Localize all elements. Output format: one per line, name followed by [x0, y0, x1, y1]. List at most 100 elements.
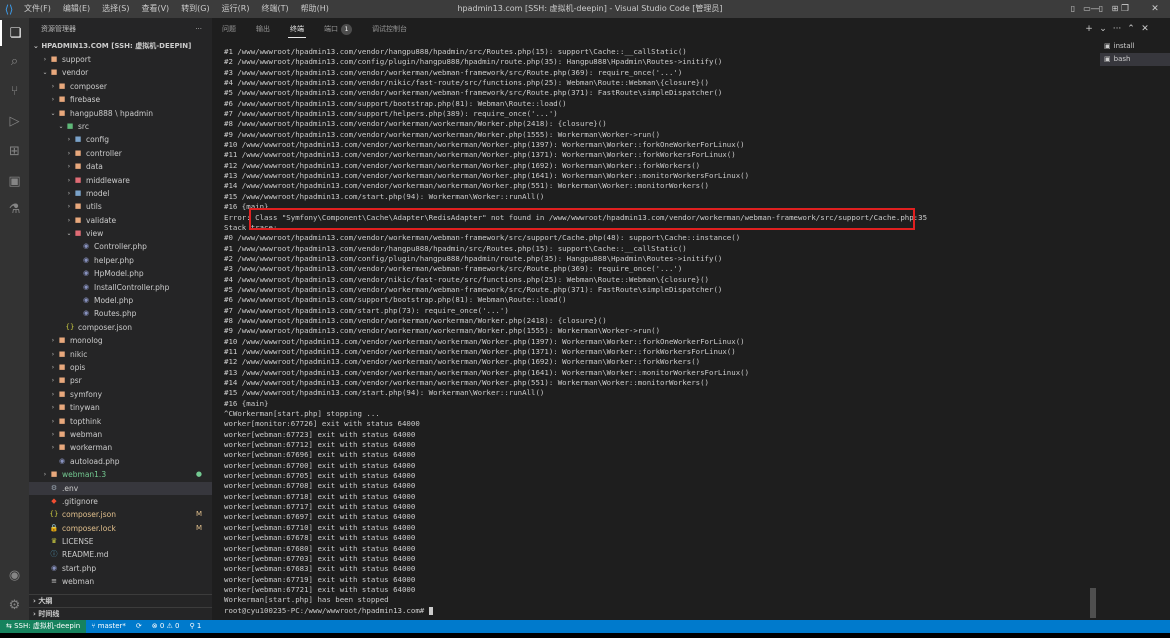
chevron-right-icon: ›: [67, 189, 71, 197]
folder-icon: ■: [58, 95, 66, 104]
tree-file[interactable]: ⓘ README.md: [29, 548, 212, 561]
tree-file[interactable]: {} composer.json M: [29, 508, 212, 521]
tree-folder[interactable]: › ■ webman1.3 ●: [29, 468, 212, 481]
tree-file[interactable]: ◉ Controller.php: [29, 240, 212, 253]
menu-item[interactable]: 编辑(E): [57, 0, 96, 18]
testing-icon[interactable]: ⚗: [0, 196, 29, 222]
tree-folder[interactable]: › ■ tinywan: [29, 401, 212, 414]
terminal-line: #3 /www/wwwroot/hpadmin13.com/vendor/wor…: [224, 264, 683, 274]
chevron-down-icon: ⌄: [58, 122, 64, 130]
timeline-section[interactable]: › 时间线: [29, 607, 212, 620]
branch-indicator[interactable]: ⑂ master*: [86, 620, 131, 633]
tree-file[interactable]: ◉ InstallController.php: [29, 281, 212, 294]
tree-file[interactable]: 🔒 composer.lock M: [29, 522, 212, 535]
explorer-icon[interactable]: ❏: [0, 20, 29, 46]
settings-gear-icon[interactable]: ⚙: [0, 592, 29, 618]
tree-file[interactable]: ≡ webman: [29, 575, 212, 588]
tree-file[interactable]: ◉ Model.php: [29, 294, 212, 307]
folder-icon: ■: [50, 55, 58, 63]
outline-section[interactable]: › 大纲: [29, 594, 212, 608]
tree-folder[interactable]: › ■ symfony: [29, 388, 212, 401]
panel-tab[interactable]: 问题: [212, 18, 246, 40]
new-terminal-icon[interactable]: +: [1082, 18, 1096, 40]
source-control-icon[interactable]: ⑂: [0, 78, 29, 104]
close-panel-icon[interactable]: ✕: [1138, 18, 1152, 40]
tree-item-label: src: [78, 121, 89, 131]
toggle-sidebar-icon[interactable]: ▯: [1066, 0, 1080, 18]
tree-folder[interactable]: › ■ config: [29, 133, 212, 146]
panel-tab[interactable]: 输出: [246, 18, 280, 40]
remote-indicator[interactable]: ⇆ SSH: 虚拟机-deepin: [0, 620, 87, 633]
close-icon[interactable]: ✕: [1140, 0, 1170, 18]
tree-file[interactable]: ◉ start.php: [29, 562, 212, 575]
workspace-root[interactable]: ⌄ HPADMIN13.COM [SSH: 虚拟机-DEEPIN]: [29, 40, 212, 53]
menu-item[interactable]: 转到(G): [175, 0, 215, 18]
terminal-list-item[interactable]: ▣ bash: [1100, 53, 1170, 66]
maximize-icon[interactable]: ❐: [1110, 0, 1140, 18]
minimize-icon[interactable]: —: [1080, 0, 1110, 18]
ports-indicator[interactable]: ⚲ 1: [184, 620, 206, 633]
tree-folder[interactable]: ⌄ ■ src: [29, 120, 212, 133]
search-icon[interactable]: ⌕: [0, 48, 29, 74]
tree-file[interactable]: ◉ HpModel.php: [29, 267, 212, 280]
tree-folder[interactable]: › ■ workerman: [29, 441, 212, 454]
tree-file[interactable]: {} composer.json: [29, 321, 212, 334]
tree-folder[interactable]: › ■ support: [29, 53, 212, 66]
tree-file[interactable]: ◉ Routes.php: [29, 307, 212, 320]
tree-file[interactable]: ⚙ .env: [29, 481, 212, 495]
terminal-output[interactable]: #1 /www/wwwroot/hpadmin13.com/vendor/han…: [224, 47, 1094, 617]
tree-folder[interactable]: › ■ validate: [29, 214, 212, 227]
tree-file[interactable]: ◉ autoload.php: [29, 455, 212, 468]
extensions-icon[interactable]: ⊞: [0, 138, 29, 164]
terminal-line: #0 /www/wwwroot/hpadmin13.com/vendor/wor…: [224, 233, 741, 243]
tree-folder[interactable]: › ■ webman: [29, 428, 212, 441]
tree-folder[interactable]: › ■ data: [29, 160, 212, 173]
more-actions-icon[interactable]: ···: [195, 18, 202, 40]
tree-folder[interactable]: ⌄ ■ hangpu888 \ hpadmin: [29, 107, 212, 120]
tree-file[interactable]: ♛ LICENSE: [29, 535, 212, 548]
tree-folder[interactable]: › ■ utils: [29, 200, 212, 213]
chevron-right-icon: ›: [51, 96, 55, 104]
panel-tab[interactable]: 端口 1: [314, 18, 362, 40]
menu-item[interactable]: 选择(S): [96, 0, 135, 18]
problems-indicator[interactable]: ⊗ 0 ⚠ 0: [147, 620, 185, 633]
remote-explorer-icon[interactable]: ▣: [0, 168, 29, 194]
tree-folder[interactable]: › ■ composer: [29, 80, 212, 93]
tree-folder[interactable]: › ■ psr: [29, 374, 212, 387]
tree-folder[interactable]: › ■ opis: [29, 361, 212, 374]
tree-folder[interactable]: › ■ controller: [29, 147, 212, 160]
tree-folder[interactable]: › ■ monolog: [29, 334, 212, 347]
tree-folder[interactable]: › ■ model: [29, 187, 212, 200]
menu-item[interactable]: 文件(F): [18, 0, 57, 18]
terminal-line: #13 /www/wwwroot/hpadmin13.com/vendor/wo…: [224, 171, 750, 181]
folder-icon: ■: [58, 376, 66, 385]
tree-file[interactable]: ◉ helper.php: [29, 254, 212, 267]
tree-folder[interactable]: › ■ nikic: [29, 348, 212, 361]
menu-item[interactable]: 帮助(H): [295, 0, 335, 18]
menu-item[interactable]: 运行(R): [216, 0, 256, 18]
menu-item[interactable]: 终端(T): [255, 0, 294, 18]
terminal-line: #12 /www/wwwroot/hpadmin13.com/vendor/wo…: [224, 357, 701, 367]
panel-tab[interactable]: 调试控制台: [362, 18, 417, 40]
sync-icon[interactable]: ⟳: [131, 620, 147, 633]
more-actions-icon[interactable]: ···: [1110, 18, 1124, 40]
account-icon[interactable]: ◉: [0, 562, 29, 588]
terminal-prompt-line[interactable]: root@cyu100235-PC:/www/wwwroot/hpadmin13…: [224, 606, 1094, 616]
tree-folder[interactable]: ⌄ ■ vendor: [29, 66, 212, 79]
panel-tab[interactable]: 终端: [280, 18, 314, 40]
tree-folder[interactable]: › ■ middleware: [29, 174, 212, 187]
tree-file[interactable]: ◆ .gitignore: [29, 495, 212, 508]
tree-item-label: HpModel.php: [94, 269, 144, 279]
maximize-panel-icon[interactable]: ⌃: [1124, 18, 1138, 40]
chevron-down-icon[interactable]: ⌄: [1096, 18, 1110, 40]
tree-folder[interactable]: › ■ firebase: [29, 93, 212, 106]
run-debug-icon[interactable]: ▷: [0, 108, 29, 134]
terminal-scrollbar[interactable]: [1090, 588, 1096, 618]
activity-bar: ❏ ⌕ ⑂ ▷ ⊞ ▣ ⚗ ◉ ⚙: [0, 18, 29, 620]
tree-folder[interactable]: › ■ topthink: [29, 415, 212, 428]
tree-folder[interactable]: ⌄ ■ view: [29, 227, 212, 240]
tree-item-label: utils: [86, 202, 102, 212]
terminal-list-item[interactable]: ▣ install: [1100, 40, 1170, 53]
chevron-right-icon: ›: [67, 216, 71, 224]
menu-item[interactable]: 查看(V): [135, 0, 175, 18]
